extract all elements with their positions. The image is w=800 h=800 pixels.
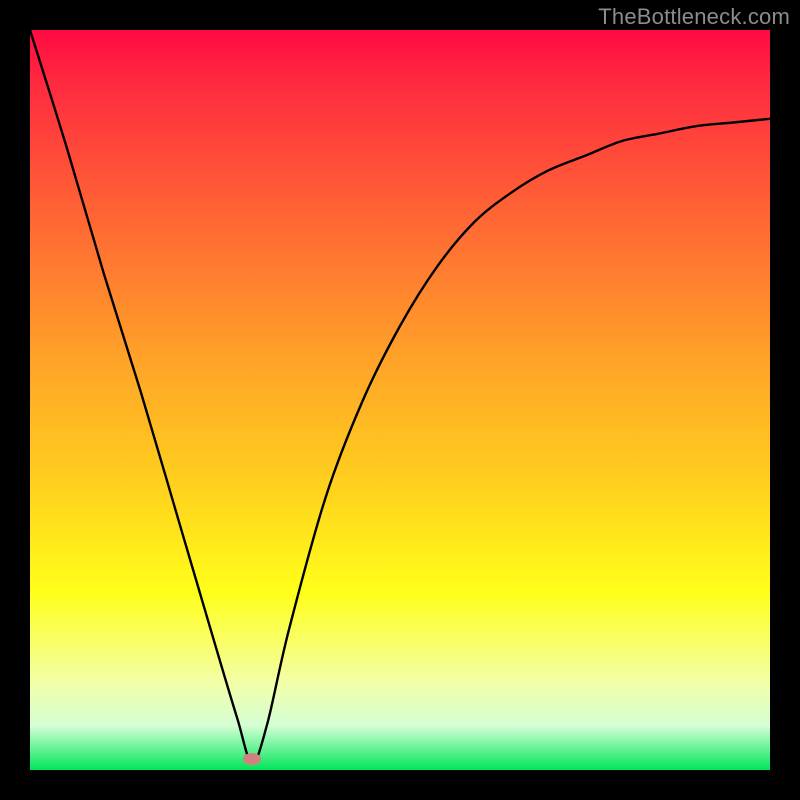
bottleneck-curve <box>30 30 770 770</box>
plot-area <box>30 30 770 770</box>
curve-path <box>30 30 770 763</box>
watermark-text: TheBottleneck.com <box>598 4 790 30</box>
chart-frame: TheBottleneck.com <box>0 0 800 800</box>
optimum-marker <box>243 753 261 765</box>
